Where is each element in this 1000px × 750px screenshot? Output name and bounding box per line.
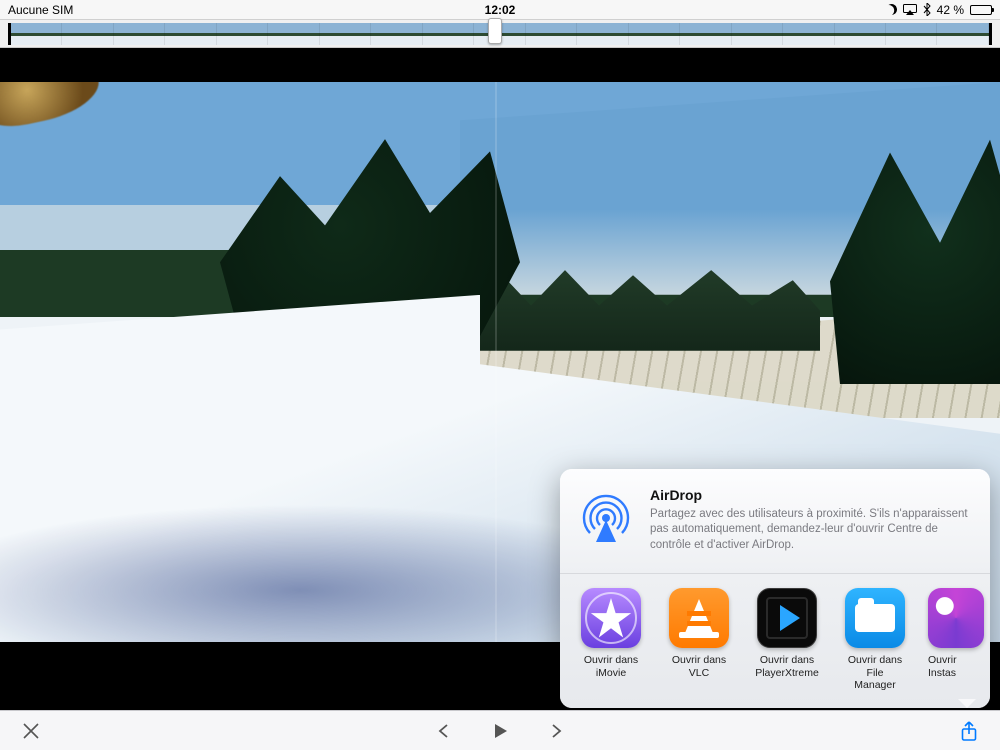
app-instash-partial[interactable]: OuvrirInstas xyxy=(928,588,960,692)
app-label: Ouvrir dans File xyxy=(848,654,902,679)
scrubber-handle[interactable] xyxy=(488,18,502,44)
instash-icon xyxy=(928,588,984,648)
filmstrip-thumb[interactable] xyxy=(217,23,268,45)
filmstrip-thumb[interactable] xyxy=(371,23,422,45)
filmstrip-thumb[interactable] xyxy=(886,23,937,45)
app-label: VLC xyxy=(689,667,709,679)
share-sheet: AirDrop Partagez avec des utilisateurs à… xyxy=(560,469,990,708)
video-stage: AirDrop Partagez avec des utilisateurs à… xyxy=(0,48,1000,710)
app-label: Manager xyxy=(854,679,895,691)
open-in-apps-row[interactable]: Ouvrir dansiMovie Ouvrir dansVLC Ouvrir … xyxy=(560,574,990,708)
file-manager-icon xyxy=(845,588,905,648)
bottom-toolbar xyxy=(0,710,1000,750)
playerxtreme-icon xyxy=(757,588,817,648)
clock: 12:02 xyxy=(485,3,516,17)
filmstrip-thumb[interactable] xyxy=(268,23,319,45)
battery-icon xyxy=(970,5,992,15)
app-label: Ouvrir xyxy=(928,654,957,666)
filmstrip-thumb[interactable] xyxy=(629,23,680,45)
imovie-icon xyxy=(581,588,641,648)
play-button[interactable] xyxy=(485,716,515,746)
app-vlc[interactable]: Ouvrir dansVLC xyxy=(664,588,734,692)
filmstrip-thumb[interactable] xyxy=(114,23,165,45)
scrubber-bar xyxy=(0,20,1000,48)
filmstrip-thumb[interactable] xyxy=(680,23,731,45)
status-bar: Aucune SIM 12:02 42 % xyxy=(0,0,1000,20)
airdrop-section[interactable]: AirDrop Partagez avec des utilisateurs à… xyxy=(560,469,990,575)
airplay-icon xyxy=(903,4,917,15)
app-label: Ouvrir dans xyxy=(672,654,726,666)
app-label: Ouvrir dans xyxy=(760,654,814,666)
filmstrip-thumb[interactable] xyxy=(835,23,886,45)
app-playerxtreme[interactable]: Ouvrir dansPlayerXtreme xyxy=(752,588,822,692)
next-button[interactable] xyxy=(541,716,571,746)
app-label: Instas xyxy=(928,667,956,679)
filmstrip-thumb[interactable] xyxy=(62,23,113,45)
prev-button[interactable] xyxy=(429,716,459,746)
filmstrip-thumb[interactable] xyxy=(320,23,371,45)
battery-percent: 42 % xyxy=(937,3,964,17)
share-button[interactable] xyxy=(954,716,984,746)
filmstrip-thumb[interactable] xyxy=(526,23,577,45)
app-imovie[interactable]: Ouvrir dansiMovie xyxy=(576,588,646,692)
filmstrip-thumb[interactable] xyxy=(11,23,62,45)
app-label: Ouvrir dans xyxy=(584,654,638,666)
filmstrip-thumb[interactable] xyxy=(423,23,474,45)
bluetooth-icon xyxy=(923,3,931,16)
carrier-text: Aucune SIM xyxy=(8,3,73,17)
filmstrip-thumb[interactable] xyxy=(165,23,216,45)
airdrop-desc: Partagez avec des utilisateurs à proximi… xyxy=(650,507,974,554)
do-not-disturb-icon xyxy=(884,2,898,16)
filmstrip-thumb[interactable] xyxy=(937,23,988,45)
filmstrip-thumb[interactable] xyxy=(577,23,628,45)
app-file-manager[interactable]: Ouvrir dans FileManager xyxy=(840,588,910,692)
app-label: PlayerXtreme xyxy=(755,667,819,679)
app-label: iMovie xyxy=(596,667,626,679)
airdrop-icon xyxy=(576,487,636,547)
close-button[interactable] xyxy=(16,716,46,746)
airdrop-title: AirDrop xyxy=(650,487,974,503)
vlc-icon xyxy=(669,588,729,648)
filmstrip-thumb[interactable] xyxy=(783,23,834,45)
filmstrip-thumb[interactable] xyxy=(732,23,783,45)
